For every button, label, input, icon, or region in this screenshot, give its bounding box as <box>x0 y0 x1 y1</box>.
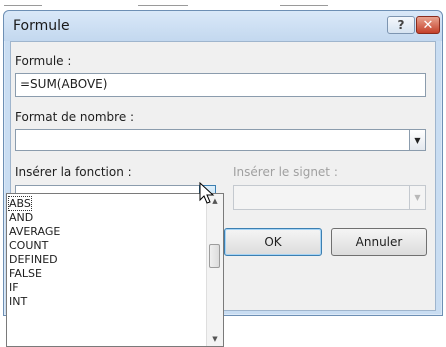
ok-button[interactable]: OK <box>224 228 322 256</box>
close-button[interactable]: ✕ <box>416 16 440 34</box>
chevron-down-icon: ▼ <box>414 135 421 145</box>
list-item-count[interactable]: COUNT <box>9 239 48 252</box>
close-icon: ✕ <box>422 17 434 33</box>
list-item-int[interactable]: INT <box>9 295 27 308</box>
insert-bookmark-dropdown-button: ▼ <box>409 185 426 210</box>
chevron-down-icon: ▼ <box>414 193 421 202</box>
mouse-cursor-icon <box>199 182 215 204</box>
background-line <box>4 5 42 6</box>
list-item-defined[interactable]: DEFINED <box>9 253 58 266</box>
list-item-false[interactable]: FALSE <box>9 267 42 280</box>
insert-bookmark-combo <box>233 185 426 210</box>
chevron-down-icon: ▼ <box>212 335 218 343</box>
help-button[interactable]: ? <box>387 16 415 34</box>
dialog-title: Formule <box>13 18 70 34</box>
scroll-thumb[interactable] <box>209 244 220 268</box>
background-line <box>138 5 188 6</box>
list-item-average[interactable]: AVERAGE <box>9 225 60 238</box>
list-scrollbar[interactable]: ▲ ▼ <box>206 194 223 346</box>
background-line <box>280 5 328 6</box>
list-item-and[interactable]: AND <box>9 211 33 224</box>
function-dropdown-list[interactable]: ABS AND AVERAGE COUNT DEFINED FALSE IF I… <box>6 193 224 347</box>
insert-bookmark-label: Insérer le signet : <box>233 165 338 179</box>
scroll-down-button[interactable]: ▼ <box>207 332 223 346</box>
number-format-dropdown-button[interactable]: ▼ <box>409 129 426 151</box>
list-item-if[interactable]: IF <box>9 281 19 294</box>
help-icon: ? <box>397 18 405 32</box>
formula-label: Formule : <box>15 54 72 68</box>
number-format-label: Format de nombre : <box>15 110 135 124</box>
cancel-button[interactable]: Annuler <box>331 228 427 256</box>
insert-function-label: Insérer la fonction : <box>15 165 132 179</box>
formula-input[interactable]: =SUM(ABOVE) <box>15 73 426 97</box>
list-item-abs[interactable]: ABS <box>8 196 32 211</box>
number-format-combo[interactable] <box>15 129 426 151</box>
title-bar[interactable]: Formule ? ✕ <box>4 11 442 41</box>
